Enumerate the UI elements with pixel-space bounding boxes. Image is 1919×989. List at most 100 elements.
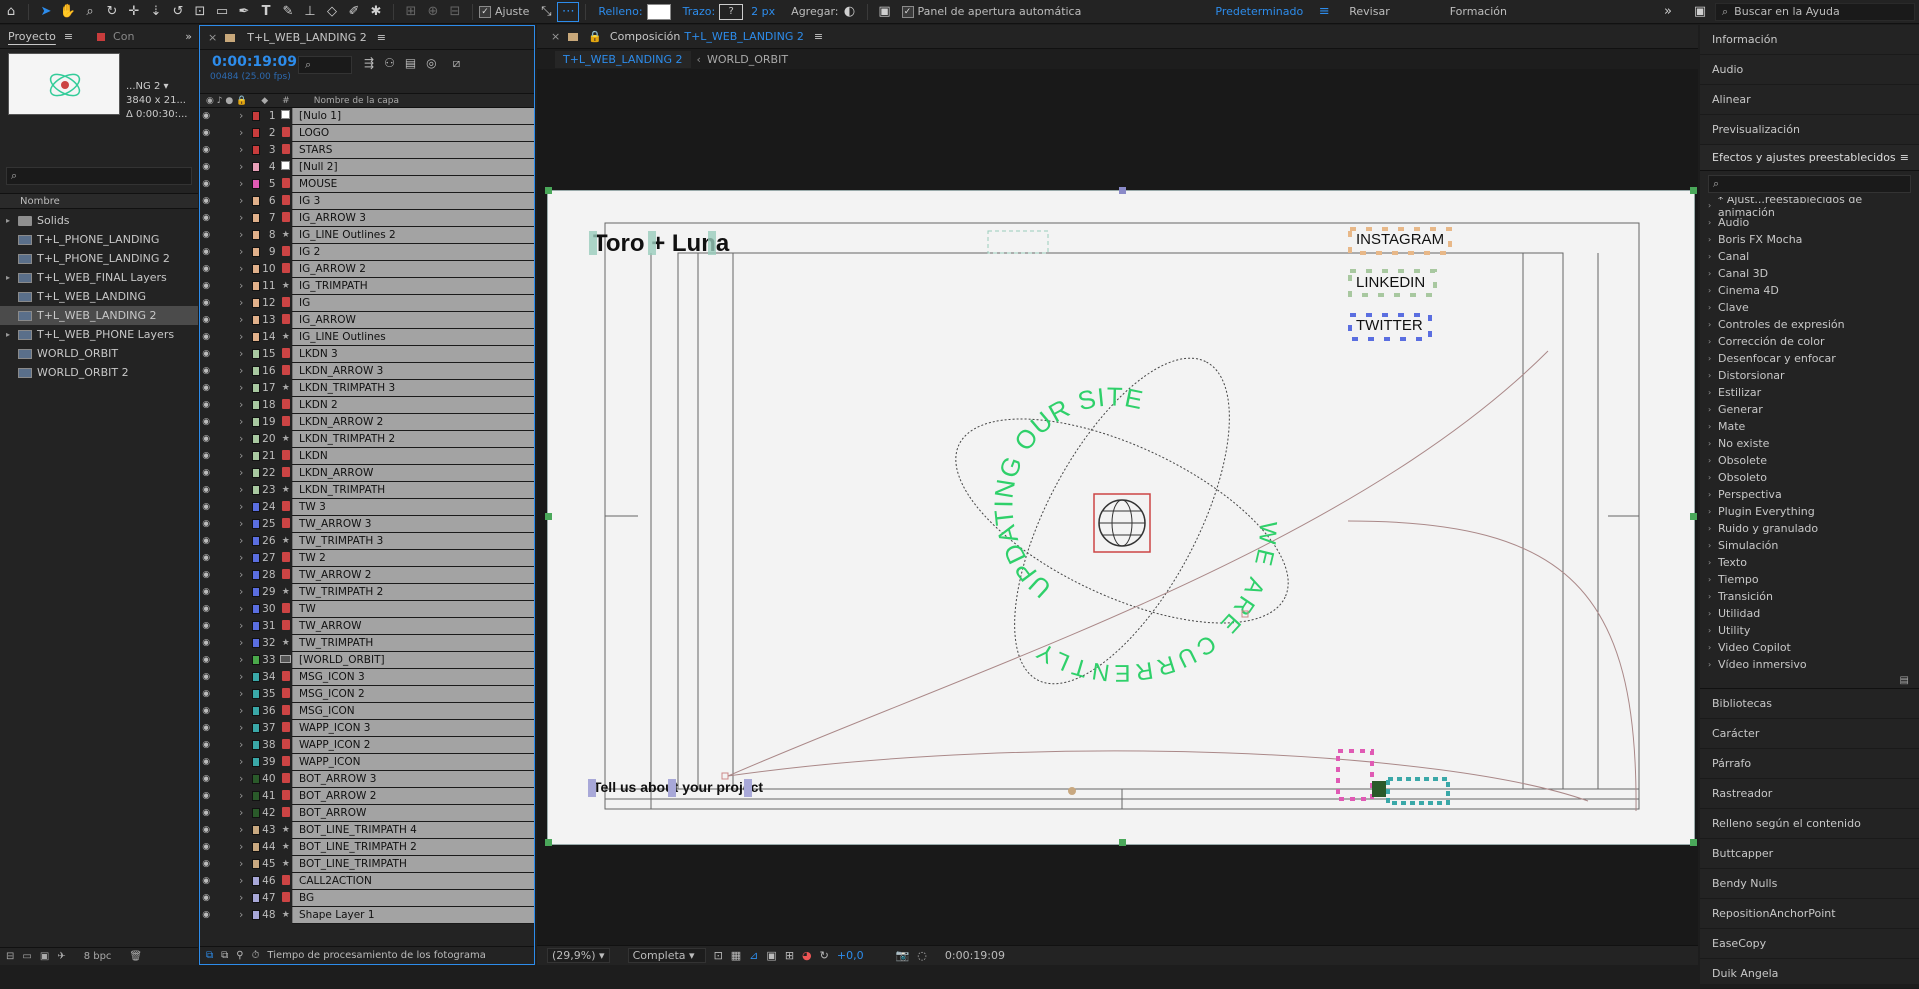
twirl-arrow-icon[interactable]: ›	[239, 875, 246, 887]
project-item[interactable]: ▸ T+L_WEB_PHONE Layers	[0, 325, 198, 344]
layer-row[interactable]: ◉ › 11 ★ IG_TRIMPATH	[200, 277, 534, 295]
composition-canvas[interactable]: UPDATING OUR SITE WE ARE CURRENTLY Toro …	[545, 187, 1697, 846]
layer-name[interactable]: LKDN_TRIMPATH 2	[292, 431, 534, 447]
shy-layers-icon[interactable]: ⚇	[384, 56, 395, 71]
visibility-eye-icon[interactable]: ◉	[200, 536, 212, 546]
layer-name[interactable]: TW_TRIMPATH 2	[292, 584, 534, 600]
layer-name[interactable]: TW	[292, 601, 534, 617]
visibility-eye-icon[interactable]: ◉	[200, 417, 212, 427]
axis-view-icon[interactable]: ⊟	[444, 2, 466, 22]
bottom-panel-tab[interactable]: RepositionAnchorPoint	[1700, 899, 1919, 929]
bottom-panel-tab[interactable]: Relleno según el contenido	[1700, 809, 1919, 839]
workspace-menu-icon[interactable]: ≡	[1313, 2, 1335, 22]
effect-category[interactable]: › Texto	[1700, 554, 1919, 571]
bottom-panel-tab[interactable]: Párrafo	[1700, 749, 1919, 779]
layer-name[interactable]: WAPP_ICON	[292, 754, 534, 770]
layer-name[interactable]: LKDN_ARROW 3	[292, 363, 534, 379]
label-color-swatch[interactable]	[252, 162, 260, 172]
label-color-swatch[interactable]	[252, 672, 260, 682]
twirl-arrow-icon[interactable]: ›	[239, 773, 246, 785]
visibility-eye-icon[interactable]: ◉	[200, 451, 212, 461]
visibility-eye-icon[interactable]: ◉	[200, 553, 212, 563]
layer-row[interactable]: ◉ › 30 TW	[200, 600, 534, 618]
twirl-arrow-icon[interactable]: ›	[239, 144, 246, 156]
layer-row[interactable]: ◉ › 39 WAPP_ICON	[200, 753, 534, 771]
layer-row[interactable]: ◉ › 13 IG_ARROW	[200, 311, 534, 329]
axis-local-icon[interactable]: ⊞	[400, 2, 422, 22]
bevel-icon[interactable]: ▣	[874, 2, 896, 22]
channel-icon[interactable]: ◕	[802, 949, 812, 962]
visibility-eye-icon[interactable]: ◉	[200, 485, 212, 495]
label-color-swatch[interactable]	[252, 179, 260, 189]
twirl-arrow-icon[interactable]: ›	[239, 620, 246, 632]
bottom-panel-tab[interactable]: Buttcapper	[1700, 839, 1919, 869]
workspace-default[interactable]: Predeterminado	[1215, 5, 1303, 18]
layer-name[interactable]: LKDN_ARROW	[292, 465, 534, 481]
label-color-swatch[interactable]	[252, 264, 260, 274]
layer-name[interactable]: BOT_ARROW	[292, 805, 534, 821]
layer-row[interactable]: ◉ › 42 BOT_ARROW	[200, 804, 534, 822]
project-item[interactable]: WORLD_ORBIT	[0, 344, 198, 363]
layer-name[interactable]: IG_ARROW	[292, 312, 534, 328]
label-color-swatch[interactable]	[252, 451, 260, 461]
transparency-grid-icon[interactable]: ▦	[731, 949, 741, 962]
layer-name[interactable]: STARS	[292, 142, 534, 158]
layer-name[interactable]: TW_ARROW 2	[292, 567, 534, 583]
label-color-swatch[interactable]	[252, 145, 260, 155]
expand-arrow-icon[interactable]: ›	[1708, 490, 1718, 499]
motion-blur-icon[interactable]: ◎	[426, 56, 436, 71]
twirl-arrow-icon[interactable]: ›	[239, 263, 246, 275]
layer-row[interactable]: ◉ › 40 BOT_ARROW 3	[200, 770, 534, 788]
controls-tab[interactable]: Con	[113, 30, 134, 43]
twirl-arrow-icon[interactable]: ›	[239, 501, 246, 513]
visibility-eye-icon[interactable]: ◉	[200, 587, 212, 597]
twirl-arrow-icon[interactable]: ›	[239, 756, 246, 768]
effect-category[interactable]: › Tiempo	[1700, 571, 1919, 588]
visibility-eye-icon[interactable]: ◉	[200, 638, 212, 648]
label-color-swatch[interactable]	[252, 298, 260, 308]
effect-category[interactable]: › Simulación	[1700, 537, 1919, 554]
layer-name[interactable]: IG 2	[292, 244, 534, 260]
layer-row[interactable]: ◉ › 16 LKDN_ARROW 3	[200, 362, 534, 380]
layer-name[interactable]: [WORLD_ORBIT]	[292, 652, 534, 668]
layer-row[interactable]: ◉ › 27 TW 2	[200, 549, 534, 567]
exposure-value[interactable]: +0,0	[837, 949, 864, 962]
pen-tool-icon[interactable]: ✒	[233, 2, 255, 22]
visibility-eye-icon[interactable]: ◉	[200, 910, 212, 920]
layer-row[interactable]: ◉ › 33 [WORLD_ORBIT]	[200, 651, 534, 669]
effect-category[interactable]: › Desenfocar y enfocar	[1700, 350, 1919, 367]
expand-arrow-icon[interactable]: ›	[1708, 507, 1718, 516]
effect-category[interactable]: › No existe	[1700, 435, 1919, 452]
effect-category[interactable]: › Utilidad	[1700, 605, 1919, 622]
layer-row[interactable]: ◉ › 48 ★ Shape Layer 1	[200, 906, 534, 924]
expand-arrow-icon[interactable]: ›	[1708, 575, 1718, 584]
expand-arrow-icon[interactable]: ›	[1708, 235, 1718, 244]
effect-category[interactable]: › * Ajust...reestablecidos de animación	[1700, 197, 1919, 219]
layer-name[interactable]: LKDN 3	[292, 346, 534, 362]
layer-name[interactable]: MSG_ICON 2	[292, 686, 534, 702]
effects-title[interactable]: Efectos y ajustes preestablecidos	[1712, 151, 1896, 164]
toggle-switches-icon[interactable]: ⧉	[206, 950, 213, 961]
visibility-eye-icon[interactable]: ◉	[200, 808, 212, 818]
layer-row[interactable]: ◉ › 10 IG_ARROW 2	[200, 260, 534, 278]
viewer-tab-prefix[interactable]: Composición	[610, 30, 680, 43]
effect-category[interactable]: › Plugin Everything	[1700, 503, 1919, 520]
layer-row[interactable]: ◉ › 41 BOT_ARROW 2	[200, 787, 534, 805]
bit-depth-label[interactable]: 8 bpc	[84, 951, 112, 962]
frame-blending-icon[interactable]: ▤	[405, 56, 416, 71]
expand-arrow-icon[interactable]: ›	[1708, 541, 1718, 550]
label-color-swatch[interactable]	[252, 570, 260, 580]
twirl-arrow-icon[interactable]: ›	[239, 688, 246, 700]
layer-row[interactable]: ◉ › 6 IG 3	[200, 192, 534, 210]
project-item[interactable]: T+L_PHONE_LANDING 2	[0, 249, 198, 268]
grid-options-icon[interactable]: ⊞	[785, 949, 794, 962]
label-color-swatch[interactable]	[252, 621, 260, 631]
layer-handle[interactable]	[545, 187, 552, 194]
layer-name[interactable]: TW_ARROW 3	[292, 516, 534, 532]
twirl-arrow-icon[interactable]: ›	[239, 807, 246, 819]
thumbnail-comp-name[interactable]: ...NG 2 ▾	[126, 81, 169, 92]
label-color-swatch[interactable]	[252, 604, 260, 614]
layer-row[interactable]: ◉ › 34 MSG_ICON 3	[200, 668, 534, 686]
twirl-arrow-icon[interactable]: ›	[239, 433, 246, 445]
effect-category[interactable]: › Perspectiva	[1700, 486, 1919, 503]
